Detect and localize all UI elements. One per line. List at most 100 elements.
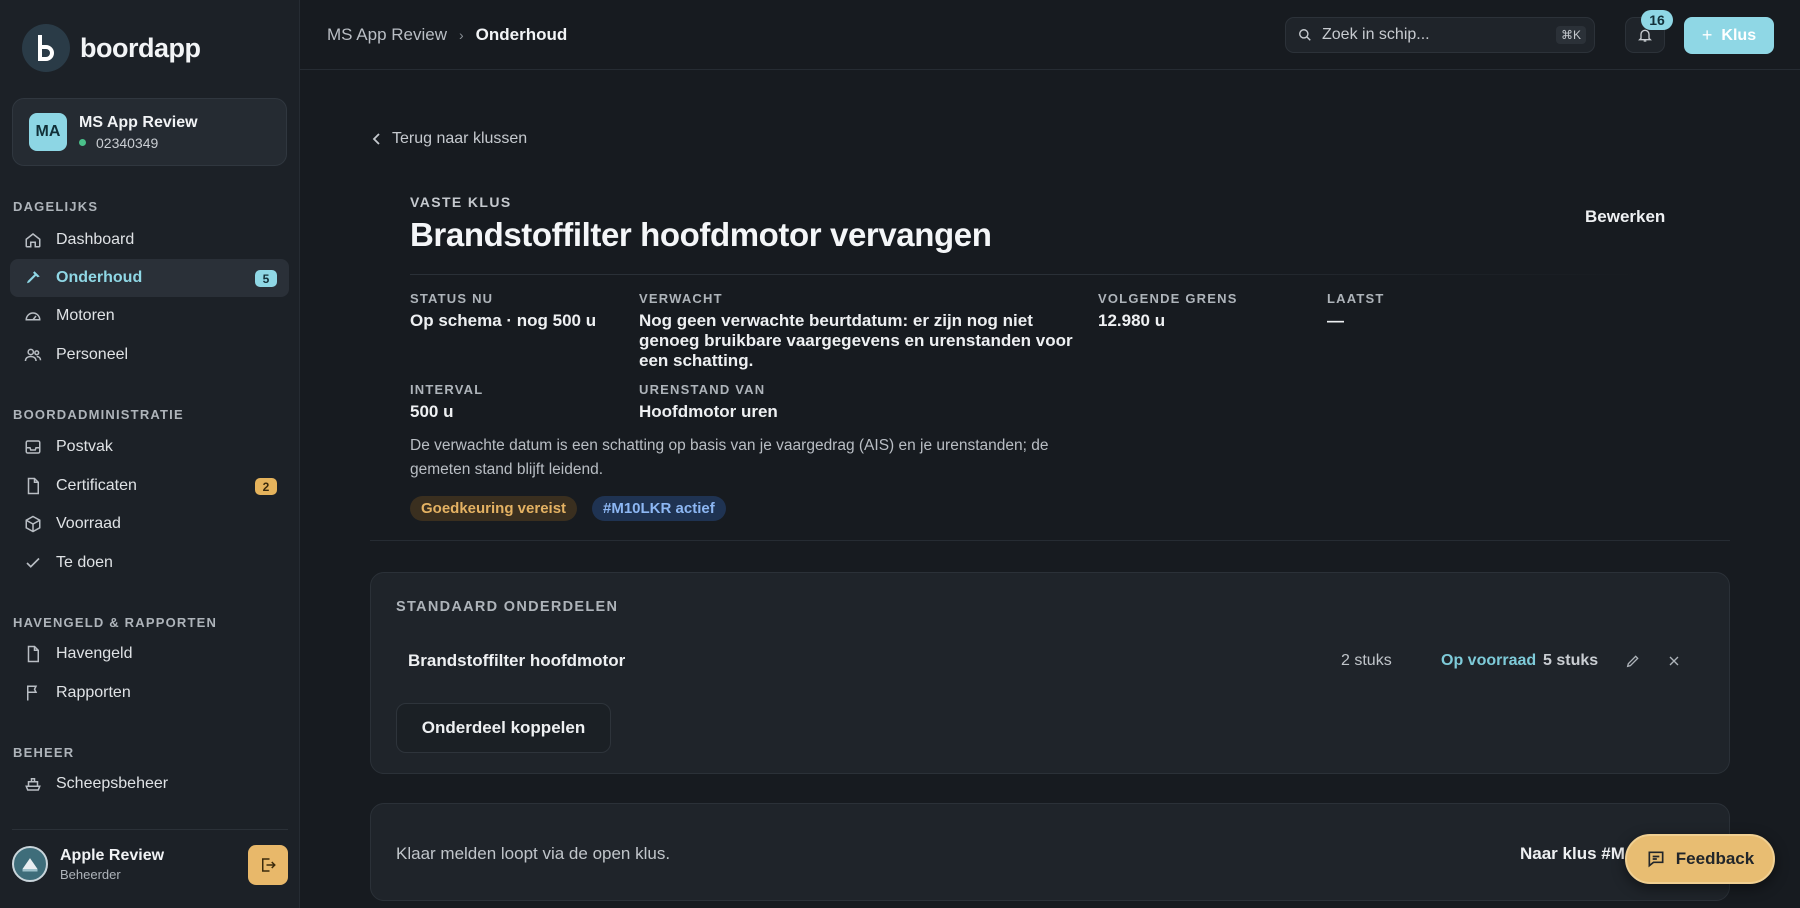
logout-icon [259, 856, 277, 874]
section-divider [370, 540, 1730, 541]
user-name: Apple Review [60, 846, 165, 864]
sidebar-item-label: Postvak [56, 438, 113, 455]
sidebar-item-certificaten[interactable]: Certificaten 2 [10, 467, 289, 505]
complete-info-text: Klaar melden loopt via de open klus. [396, 844, 671, 863]
meta-value: — [1327, 311, 1344, 330]
search-shortcut: ⌘K [1555, 26, 1586, 44]
check-icon [24, 554, 42, 572]
meta-value: Nog geen verwachte beurtdatum: er zijn n… [639, 311, 1073, 370]
sidebar: boordapp MA MS App Review 02340349 DAGEL… [0, 0, 300, 908]
back-label: Terug naar klussen [392, 130, 528, 147]
count-badge: 2 [255, 478, 277, 495]
sidebar-item-label: Voorraad [56, 515, 121, 532]
sidebar-item-label: Havengeld [56, 645, 133, 662]
meta-interval: INTERVAL 500 u [410, 382, 610, 422]
count-badge: 5 [255, 270, 277, 287]
sidebar-item-voorraad[interactable]: Voorraad [10, 505, 289, 543]
account-avatar: MA [29, 113, 67, 151]
feedback-label: Feedback [1675, 849, 1755, 868]
users-icon [24, 346, 42, 364]
meta-value: 500 u [410, 402, 454, 421]
meta-value: Hoofdmotor uren [639, 402, 778, 421]
sidebar-item-label: Personeel [56, 346, 129, 363]
account-name: MS App Review [79, 113, 198, 131]
user-avatar [12, 846, 48, 882]
box-icon [24, 515, 42, 533]
meta-label: URENSTAND VAN [639, 382, 766, 397]
sidebar-item-te-doen[interactable]: Te doen [10, 544, 289, 582]
brand-name: boordapp [80, 32, 201, 63]
chevron-left-icon [372, 133, 392, 145]
flag-icon [24, 684, 42, 702]
sidebar-item-scheepsbeheer[interactable]: Scheepsbeheer [10, 765, 289, 803]
sidebar-item-label: Scheepsbeheer [56, 775, 169, 792]
file-icon [24, 645, 42, 663]
new-klus-button[interactable]: + Klus [1684, 17, 1774, 54]
chat-icon [1646, 849, 1676, 869]
sidebar-item-label: Rapporten [56, 684, 131, 701]
meta-label: VERWACHT [639, 291, 723, 306]
file-icon [24, 477, 42, 495]
account-number: 02340349 [96, 134, 159, 151]
sidebar-item-label: Te doen [56, 554, 113, 571]
nav-section-dagelijks: DAGELIJKS [13, 199, 99, 214]
topbar: MS App Review › Onderhoud ⌘K 16 + Klus [300, 0, 1800, 70]
stock-status: Op voorraad [1441, 652, 1537, 669]
inbox-icon [24, 438, 42, 456]
sidebar-item-personeel[interactable]: Personeel [10, 336, 289, 374]
link-part-button[interactable]: Onderdeel koppelen [396, 703, 611, 753]
sidebar-item-havengeld[interactable]: Havengeld [10, 635, 289, 673]
sidebar-item-onderhoud[interactable]: Onderhoud 5 [10, 259, 289, 297]
meta-label: VOLGENDE GRENS [1098, 291, 1238, 306]
close-icon[interactable] [1666, 653, 1682, 669]
back-to-tasks-link[interactable]: Terug naar klussen [372, 130, 527, 148]
sidebar-divider [12, 829, 288, 830]
meta-label: STATUS NU [410, 291, 494, 306]
wrench-icon [24, 269, 42, 287]
go-to-task-link[interactable]: Naar klus #M [1520, 844, 1625, 864]
part-quantity: 2 stuks [1341, 652, 1392, 669]
gauge-icon [24, 307, 42, 325]
standard-parts-card: STANDAARD ONDERDELEN Brandstoffilter hoo… [370, 572, 1730, 774]
meta-value: Op schema · nog 500 u [410, 311, 597, 330]
notifications-count-badge: 16 [1641, 10, 1673, 30]
sidebar-item-motoren[interactable]: Motoren [10, 297, 289, 335]
ship-icon [24, 775, 42, 793]
new-klus-label: Klus [1721, 26, 1757, 44]
nav-section-boordadministratie: BOORDADMINISTRATIE [13, 407, 184, 422]
home-icon [24, 231, 42, 249]
nav-section-beheer: BEHEER [13, 745, 75, 760]
title-divider [410, 274, 1640, 275]
breadcrumb-current: Onderhoud [475, 25, 568, 44]
meta-label: INTERVAL [410, 382, 484, 397]
user-profile[interactable]: Apple Review Beheerder [12, 842, 288, 886]
brand-logo-icon [22, 24, 70, 72]
search-box[interactable]: ⌘K [1285, 17, 1595, 53]
nav-section-havengeld-rapporten: HAVENGELD & RAPPORTEN [13, 615, 218, 630]
search-input[interactable] [1322, 26, 1542, 44]
plus-icon: + [1701, 25, 1713, 45]
sidebar-item-postvak[interactable]: Postvak [10, 428, 289, 466]
stock-quantity: 5 stuks [1543, 652, 1599, 669]
sidebar-item-dashboard[interactable]: Dashboard [10, 221, 289, 259]
edit-button[interactable]: Bewerken [1585, 207, 1665, 227]
breadcrumb-parent[interactable]: MS App Review [327, 25, 447, 45]
logout-button[interactable] [248, 845, 288, 885]
task-kind: VASTE KLUS [410, 194, 512, 210]
meta-expected: VERWACHT Nog geen verwachte beurtdatum: … [639, 291, 1079, 371]
page-title: Brandstoffilter hoofdmotor vervangen [410, 216, 992, 253]
part-name: Brandstoffilter hoofdmotor [408, 651, 626, 670]
meta-value: 12.980 u [1098, 311, 1166, 330]
pencil-icon[interactable] [1625, 653, 1641, 669]
sidebar-item-label: Dashboard [56, 231, 135, 248]
active-task-badge[interactable]: #M10LKR actief [592, 496, 726, 521]
card-title: STANDAARD ONDERDELEN [396, 599, 619, 615]
feedback-button[interactable]: Feedback [1625, 834, 1775, 884]
user-role: Beheerder [60, 866, 121, 882]
online-status-dot [79, 139, 86, 146]
breadcrumb: MS App Review › Onderhoud [327, 25, 567, 45]
sidebar-item-label: Onderhoud [56, 269, 143, 286]
sidebar-item-rapporten[interactable]: Rapporten [10, 674, 289, 712]
brand[interactable]: boordapp [22, 24, 201, 72]
account-switcher[interactable]: MA MS App Review 02340349 [12, 98, 287, 166]
